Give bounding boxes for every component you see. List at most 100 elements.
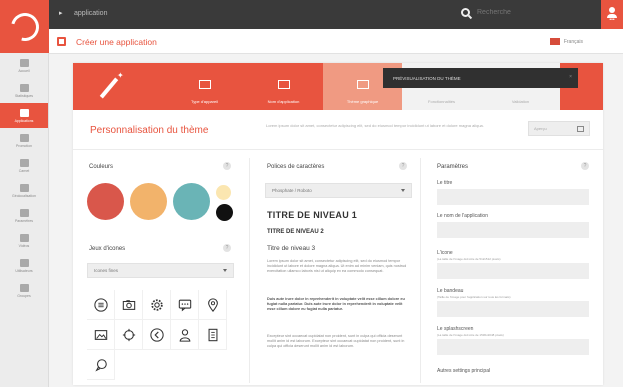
help-icon[interactable]: ?: [223, 244, 231, 252]
wizard-step[interactable]: Nom d'application: [244, 63, 323, 110]
menu-toggle-icon[interactable]: ▸: [59, 9, 63, 17]
user-icon[interactable]: [171, 320, 199, 350]
rail-item-label: Vidéos: [18, 243, 30, 248]
help-icon[interactable]: ?: [399, 162, 407, 170]
wizard-steps: Type d'appareil Nom d'application Thème gr…: [73, 63, 603, 110]
breadcrumb[interactable]: application: [74, 10, 107, 17]
rail-item-label: Groupes: [17, 293, 31, 298]
pin-icon: [19, 183, 29, 192]
help-icon[interactable]: ?: [223, 162, 231, 170]
page-header: Créer une application Français: [49, 29, 623, 54]
field-input[interactable]: [437, 222, 589, 238]
field-input[interactable]: [437, 263, 589, 279]
group-icon: [19, 283, 29, 292]
field-hint: (La taille de l'image doit être de 1536x…: [437, 333, 504, 337]
step-icon: [198, 80, 211, 89]
chat-icon[interactable]: [171, 290, 199, 320]
field-label: Le nom de l'application: [437, 213, 488, 219]
left-rail: Accueil Statistiques Applications Promotion…: [0, 0, 49, 387]
column-divider: [249, 158, 250, 383]
rail-item[interactable]: Vidéos: [0, 228, 48, 253]
heading-2-sample: TITRE DE NIVEAU 2: [267, 229, 324, 235]
font-value: Phosphate / Roboto: [272, 188, 312, 193]
rail-item[interactable]: Accueil: [0, 53, 48, 78]
crosshair-icon[interactable]: [115, 320, 143, 350]
rail-item[interactable]: Paramètres: [0, 203, 48, 228]
rail-item-label: Applications: [14, 118, 34, 123]
section-header: Personnalisation du thème Lorem ipsum do…: [73, 110, 603, 150]
icon-grid: [87, 290, 227, 380]
wizard-step-label: Type d'appareil: [190, 99, 218, 104]
field-hint: (La taille de l'image doit être de 512x5…: [437, 257, 501, 261]
rail-item[interactable]: Groupes: [0, 278, 48, 303]
rail-item-label: Paramètres: [14, 218, 34, 223]
home-icon: [19, 58, 29, 67]
column-divider: [420, 158, 421, 383]
top-bar: ▸ application •••: [49, 0, 623, 29]
rail-item[interactable]: Carnet: [0, 153, 48, 178]
color-swatch-light[interactable]: [216, 185, 231, 200]
wizard-step-label: Thème graphique: [346, 99, 379, 104]
color-swatch-primary[interactable]: [87, 183, 124, 220]
chat-bubble-icon[interactable]: [87, 350, 115, 380]
help-icon[interactable]: ?: [581, 162, 589, 170]
icon-set-value: Icones fines: [94, 268, 119, 273]
search-input[interactable]: [477, 9, 567, 16]
preview-tooltip: PRÉVISUALISATION DU THÈME ×: [383, 68, 578, 88]
chart-icon: [19, 83, 29, 92]
tooltip-text: PRÉVISUALISATION DU THÈME: [393, 75, 461, 81]
fonts-column: Polices de caractères ? Phosphate / Robo…: [255, 158, 415, 383]
rail-item-label: Statistiques: [14, 93, 34, 98]
rail-item-label: Accueil: [18, 68, 30, 73]
preview-button[interactable]: Aperçu: [528, 121, 590, 136]
field-label: Le titre: [437, 180, 453, 186]
chevron-down-icon: [223, 269, 227, 272]
image-icon[interactable]: [87, 320, 115, 350]
rail-item[interactable]: Utilisateurs: [0, 253, 48, 278]
color-swatch-tertiary[interactable]: [173, 183, 210, 220]
search-icon[interactable]: [461, 8, 470, 17]
wizard-step-label: Validation: [511, 99, 530, 104]
rail-item[interactable]: Géolocalisation: [0, 178, 48, 203]
app-icon: [19, 108, 29, 117]
field-label: L'icone: [437, 250, 453, 256]
params-column: Paramètres ? Le titre Le nom de l'applica…: [425, 158, 597, 383]
wizard-step[interactable]: Type d'appareil: [165, 63, 244, 110]
user-menu-button[interactable]: •••: [601, 0, 623, 29]
more-settings-label[interactable]: Autres settings principal: [437, 368, 490, 374]
document-icon[interactable]: [199, 320, 227, 350]
preview-label: Aperçu: [534, 126, 547, 131]
field-input[interactable]: [437, 301, 589, 317]
user-icon: [19, 258, 29, 267]
heading-3-sample: Titre de niveau 3: [267, 245, 316, 252]
wizard-step-label: Fonctionnalités: [428, 99, 455, 104]
step-icon: [277, 80, 290, 89]
fonts-title: Polices de caractères: [267, 164, 325, 170]
colors-title: Couleurs: [89, 164, 114, 170]
paragraph-sample: Lorem ipsum dolor sit amet, consectetur …: [267, 259, 407, 273]
back-arrow-icon[interactable]: [143, 320, 171, 350]
gear-icon[interactable]: [143, 290, 171, 320]
font-select[interactable]: Phosphate / Roboto: [265, 183, 412, 198]
list-icon[interactable]: [87, 290, 115, 320]
close-icon[interactable]: ×: [569, 74, 572, 80]
chevron-down-icon: [401, 189, 405, 192]
camera-icon[interactable]: [115, 290, 143, 320]
field-input[interactable]: [437, 339, 589, 355]
language-selector[interactable]: Français: [549, 38, 583, 45]
rail-item[interactable]: Statistiques: [0, 78, 48, 103]
app-logo[interactable]: [0, 0, 49, 53]
video-icon: [19, 233, 29, 242]
rail-item[interactable]: Promotion: [0, 128, 48, 153]
icon-set-select[interactable]: Icones fines: [87, 263, 234, 278]
magic-wand-icon: [97, 71, 127, 103]
logo-icon: [5, 7, 44, 46]
field-input[interactable]: [437, 189, 589, 205]
step-icon: [356, 80, 369, 89]
rail-item[interactable]: Applications: [0, 103, 48, 128]
color-swatch-dark[interactable]: [216, 204, 233, 221]
location-pin-icon[interactable]: [199, 290, 227, 320]
rail-item-label: Utilisateurs: [15, 268, 33, 273]
gear-icon: [19, 208, 29, 217]
color-swatch-secondary[interactable]: [130, 183, 167, 220]
